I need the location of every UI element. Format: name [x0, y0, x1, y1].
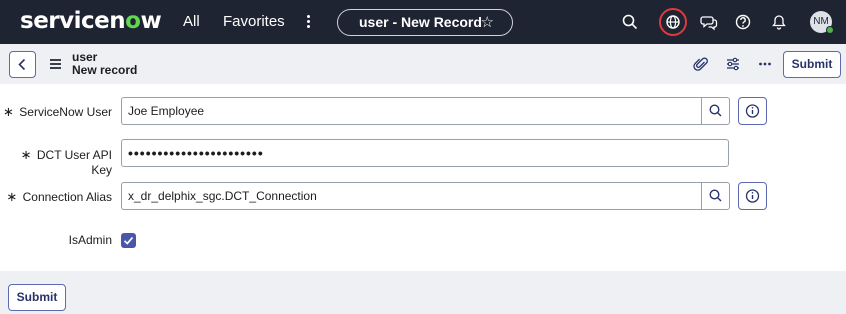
- record-context-pill[interactable]: user - New Record ☆: [337, 9, 513, 36]
- record-form: ∗ ServiceNow User Joe Employee ∗ DCT Use…: [0, 84, 846, 271]
- more-options-icon[interactable]: [756, 55, 774, 73]
- dct-api-key-password-input[interactable]: •••••••••••••••••••••••: [121, 139, 729, 167]
- record-header: user New record Submit: [0, 44, 846, 84]
- context-menu-icon[interactable]: [50, 59, 61, 71]
- avatar-initials: NM: [813, 16, 829, 27]
- submit-button-top[interactable]: Submit: [783, 51, 841, 78]
- record-context-label: user - New Record: [359, 14, 482, 30]
- back-button[interactable]: [9, 51, 36, 78]
- connection-alias-info-button[interactable]: [738, 182, 767, 210]
- more-menu-icon[interactable]: [300, 13, 316, 31]
- paperclip-icon[interactable]: [692, 55, 710, 73]
- servicenow-user-label: ∗ ServiceNow User: [3, 104, 112, 119]
- connection-alias-input[interactable]: x_dr_delphix_sgc.DCT_Connection: [121, 182, 701, 210]
- globe-icon[interactable]: [663, 12, 683, 32]
- is-admin-label: IsAdmin: [68, 233, 112, 247]
- record-title: user New record: [72, 51, 137, 77]
- servicenow-user-lookup-button[interactable]: [701, 97, 730, 125]
- is-admin-checkbox[interactable]: [121, 233, 136, 248]
- required-marker: ∗: [6, 189, 18, 204]
- help-icon[interactable]: [733, 12, 753, 32]
- top-navigation-bar: servicenow All Favorites user - New Reco…: [0, 0, 846, 44]
- required-marker: ∗: [3, 104, 14, 119]
- settings-sliders-icon[interactable]: [724, 55, 742, 73]
- chevron-left-icon: [18, 58, 26, 71]
- presence-indicator: [826, 26, 834, 34]
- servicenow-user-info-button[interactable]: [738, 97, 767, 125]
- search-icon: [709, 189, 722, 202]
- connection-alias-label: ∗ Connection Alias: [6, 189, 112, 204]
- servicenow-user-input[interactable]: Joe Employee: [121, 97, 701, 125]
- connection-alias-lookup-button[interactable]: [701, 182, 730, 210]
- submit-button-bottom[interactable]: Submit: [8, 284, 66, 311]
- user-avatar[interactable]: NM: [810, 11, 834, 34]
- form-footer: Submit: [0, 271, 846, 314]
- info-icon: [745, 104, 760, 118]
- checkmark-icon: [123, 236, 134, 245]
- nav-favorites-menu[interactable]: Favorites: [223, 13, 285, 30]
- nav-all-menu[interactable]: All: [183, 13, 200, 30]
- search-icon[interactable]: [620, 12, 640, 32]
- record-subtitle: New record: [72, 63, 138, 77]
- servicenow-logo[interactable]: servicenow: [20, 8, 162, 34]
- required-marker: ∗: [20, 147, 32, 162]
- chat-icon[interactable]: [699, 12, 719, 32]
- bell-icon[interactable]: [769, 12, 789, 32]
- dct-api-key-label: ∗ DCT User API Key: [20, 147, 112, 177]
- info-icon: [745, 189, 760, 203]
- star-icon[interactable]: ☆: [481, 10, 494, 35]
- search-icon: [709, 104, 722, 117]
